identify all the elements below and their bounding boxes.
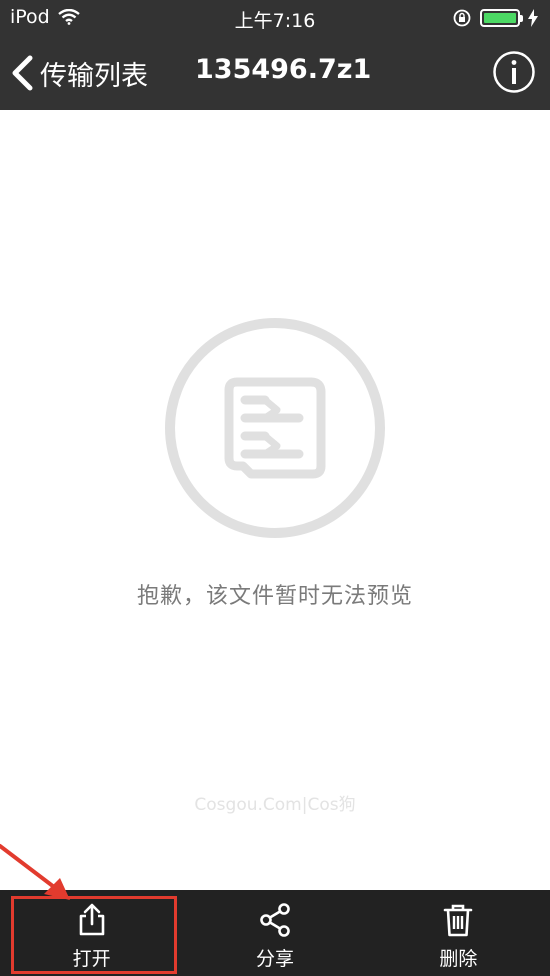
share-label: 分享	[255, 948, 294, 970]
share-button[interactable]: 分享	[183, 890, 366, 976]
page-title: 135496.7z1	[195, 54, 372, 85]
trash-icon	[444, 904, 473, 937]
status-bar: iPod 上午7:16	[0, 0, 550, 36]
back-label: 传输列表	[40, 60, 148, 92]
watermark: Cosgou.Com|Cos狗	[194, 795, 356, 815]
preview-area: 抱歉，该文件暂时无法预览 Cosgou.Com|Cos狗	[0, 110, 550, 890]
pointer-arrow-icon	[0, 844, 70, 900]
status-right	[452, 8, 538, 28]
back-button[interactable]: 传输列表	[10, 50, 148, 96]
header: iPod 上午7:16 传输列表 135496.7z1	[0, 0, 550, 110]
charging-bolt-icon	[528, 9, 538, 27]
info-icon[interactable]	[492, 50, 536, 94]
delete-button[interactable]: 删除	[367, 890, 550, 976]
chevron-left-icon	[12, 55, 33, 91]
battery-fill	[484, 13, 516, 23]
preview-unavailable-message: 抱歉，该文件暂时无法预览	[136, 584, 413, 609]
share-nodes-icon	[260, 903, 290, 937]
battery-icon	[480, 9, 523, 27]
battery-cap	[520, 15, 523, 22]
delete-label: 删除	[439, 948, 478, 970]
document-icon	[165, 318, 385, 538]
orientation-lock-icon	[453, 9, 471, 27]
nav-bar: 传输列表 135496.7z1	[0, 36, 550, 110]
